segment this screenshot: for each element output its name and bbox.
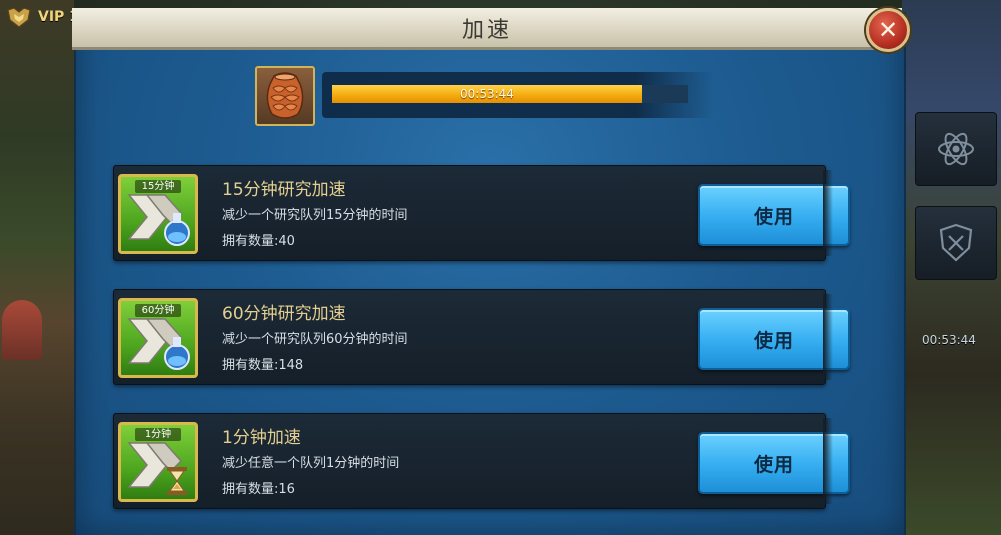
close-icon: ✕ <box>877 16 899 44</box>
item-description: 减少任意一个队列1分钟的时间 <box>222 456 400 471</box>
vip-badge[interactable]: VIP 1 <box>6 6 79 28</box>
side-alliance-button[interactable] <box>915 206 997 280</box>
item-duration-tag: 1分钟 <box>135 428 181 441</box>
speedup-item-row: 60分钟 60分钟研究加速 减少一个研究队列60分钟的时间 拥有数量:148 使… <box>113 289 850 385</box>
background-tower <box>2 300 42 360</box>
close-button[interactable]: ✕ <box>866 8 910 52</box>
progress-time: 00:53:44 <box>460 87 514 101</box>
item-title: 15分钟研究加速 <box>222 180 346 200</box>
use-button[interactable]: 使用 <box>698 308 850 370</box>
dialog-title: 加速 <box>72 8 902 50</box>
side-research-button[interactable] <box>915 112 997 186</box>
item-icon-frame: 1分钟 <box>118 422 198 502</box>
item-count: 拥有数量:16 <box>222 482 295 497</box>
item-description: 减少一个研究队列15分钟的时间 <box>222 208 408 223</box>
background-left <box>0 0 74 535</box>
item-description: 减少一个研究队列60分钟的时间 <box>222 332 408 347</box>
item-icon-frame: 60分钟 <box>118 298 198 378</box>
vip-crest-icon <box>7 7 31 28</box>
item-duration-tag: 60分钟 <box>135 304 181 317</box>
armor-item-icon <box>266 72 304 119</box>
atom-icon <box>938 132 974 166</box>
item-icon-frame: 15分钟 <box>118 174 198 254</box>
item-count: 拥有数量:40 <box>222 234 295 249</box>
progress-bar: 00:53:44 <box>332 85 688 103</box>
speedup-item-row: 1分钟 1分钟加速 减少任意一个队列1分钟的时间 拥有数量:16 使用 <box>113 413 850 509</box>
use-button[interactable]: 使用 <box>698 184 850 246</box>
item-count: 拥有数量:148 <box>222 358 304 373</box>
item-title: 1分钟加速 <box>222 428 301 448</box>
target-item-frame <box>255 66 315 126</box>
side-timer: 00:53:44 <box>922 333 976 347</box>
speedup-item-row: 15分钟 15分钟研究加速 减少一个研究队列15分钟的时间 拥有数量:40 使用 <box>113 165 850 261</box>
item-title: 60分钟研究加速 <box>222 304 346 324</box>
shield-crest-icon <box>939 223 973 262</box>
use-button[interactable]: 使用 <box>698 432 850 494</box>
item-duration-tag: 15分钟 <box>135 180 181 193</box>
